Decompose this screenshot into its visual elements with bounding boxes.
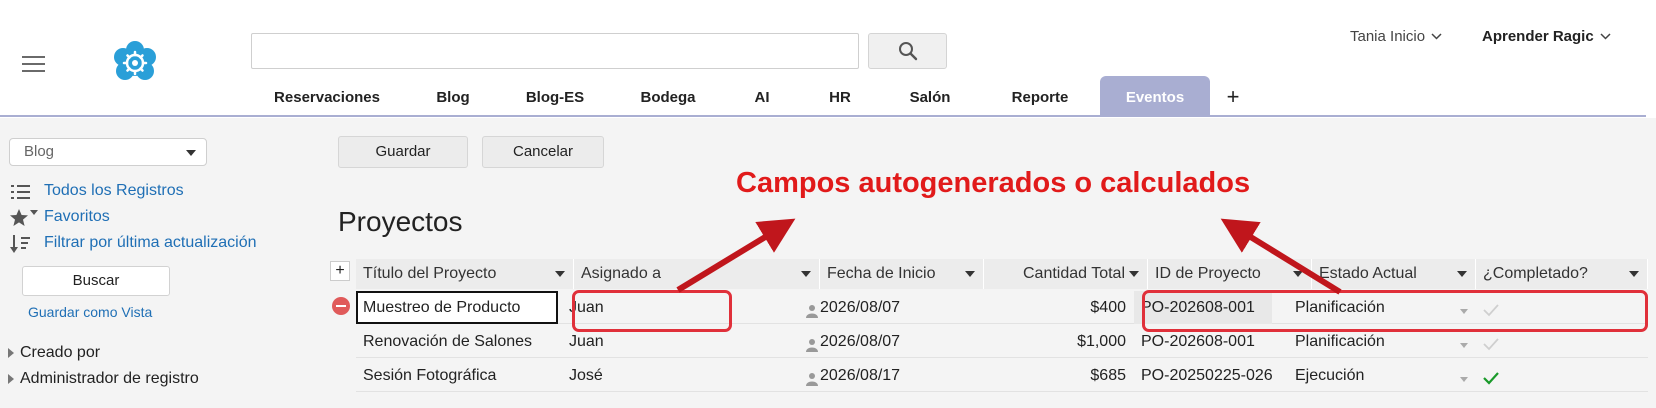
- cell-title[interactable]: Sesión Fotográfica: [356, 359, 558, 392]
- cell-title[interactable]: Renovación de Salones: [356, 325, 558, 358]
- cell-amount: $685: [1090, 367, 1126, 384]
- caret-down-icon: [801, 271, 811, 277]
- list-icon: [11, 185, 30, 199]
- save-button[interactable]: Guardar: [338, 136, 468, 168]
- ragic-logo-icon[interactable]: [112, 40, 158, 86]
- tab-ai[interactable]: AI: [742, 80, 782, 116]
- user-menu-label: Tania Inicio: [1350, 28, 1426, 45]
- annotation-box-autogenerated: [1142, 290, 1648, 332]
- search-icon: [898, 42, 917, 61]
- tab-hr[interactable]: HR: [818, 80, 862, 116]
- add-tab-button[interactable]: +: [1222, 80, 1244, 116]
- column-header-title[interactable]: Título del Proyecto: [356, 259, 574, 289]
- sort-filter-icon: [10, 235, 30, 253]
- caret-down-icon: [1629, 271, 1639, 277]
- all-records-link[interactable]: Todos los Registros: [44, 182, 184, 200]
- chevron-down-icon: [1600, 33, 1611, 40]
- table-header: Título del Proyecto Asignado a Fecha de …: [356, 259, 1648, 289]
- caret-down-icon: [965, 271, 975, 277]
- cell-amount: $400: [1090, 299, 1126, 316]
- person-icon[interactable]: [806, 372, 818, 386]
- column-label: Cantidad Total: [1023, 265, 1125, 282]
- person-icon[interactable]: [806, 338, 818, 352]
- annotation-label: Campos autogenerados o calculados: [736, 167, 1251, 199]
- tree-item-record-admin[interactable]: Administrador de registro: [8, 370, 199, 388]
- page-title: Proyectos: [338, 206, 463, 237]
- check-pending-icon[interactable]: [1483, 337, 1499, 351]
- chevron-down-icon: [1431, 33, 1442, 40]
- save-as-view-link[interactable]: Guardar como Vista: [28, 304, 152, 320]
- tree-item-created-by[interactable]: Creado por: [8, 344, 100, 362]
- tree-item-label: Administrador de registro: [20, 370, 199, 387]
- top-bar: Tania Inicio Aprender Ragic Reservacione…: [0, 0, 1656, 118]
- tab-reporte[interactable]: Reporte: [1000, 80, 1080, 116]
- caret-right-icon: [8, 374, 14, 384]
- cell-status[interactable]: Ejecución: [1288, 359, 1438, 392]
- cell-amount: $1,000: [1077, 333, 1126, 350]
- column-header-project-id[interactable]: ID de Proyecto: [1148, 259, 1312, 289]
- caret-down-icon: [1293, 271, 1303, 277]
- view-select[interactable]: Blog: [9, 138, 207, 166]
- learn-ragic-menu[interactable]: Aprender Ragic: [1482, 28, 1611, 45]
- caret-down-icon: [186, 150, 196, 156]
- view-select-value: Blog: [24, 143, 55, 160]
- tab-blog-es[interactable]: Blog-ES: [516, 80, 594, 116]
- cell-assigned[interactable]: José: [562, 359, 762, 392]
- person-icon[interactable]: [806, 304, 818, 318]
- table-row[interactable]: Sesión Fotográfica José 2026/08/17 $685 …: [356, 359, 1648, 392]
- tab-bodega[interactable]: Bodega: [628, 80, 708, 116]
- search-input[interactable]: [251, 33, 859, 69]
- cell-project-id: PO-20250225-026: [1141, 367, 1273, 384]
- tab-eventos[interactable]: Eventos: [1100, 76, 1210, 116]
- menu-icon[interactable]: [22, 56, 45, 72]
- tab-reservaciones[interactable]: Reservaciones: [266, 80, 388, 116]
- add-column-button[interactable]: +: [330, 261, 350, 281]
- favorites-link[interactable]: Favoritos: [44, 208, 110, 226]
- column-label: ¿Completado?: [1483, 265, 1588, 282]
- learn-menu-label: Aprender Ragic: [1482, 28, 1594, 45]
- column-header-amount[interactable]: Cantidad Total: [984, 259, 1148, 289]
- select-caret-icon[interactable]: [1460, 377, 1468, 382]
- search-button[interactable]: [868, 33, 947, 69]
- caret-right-icon: [8, 348, 14, 358]
- cell-title[interactable]: Muestreo de Producto: [356, 291, 558, 324]
- column-label: ID de Proyecto: [1155, 265, 1261, 282]
- tab-blog[interactable]: Blog: [418, 80, 488, 116]
- annotation-box-assigned: [572, 290, 732, 332]
- filter-last-update-link[interactable]: Filtrar por última actualización: [44, 234, 257, 252]
- column-header-assigned[interactable]: Asignado a: [574, 259, 820, 289]
- column-header-start-date[interactable]: Fecha de Inicio: [820, 259, 984, 289]
- caret-down-icon: [1129, 271, 1139, 277]
- sidebar: Blog Todos los Registros Favoritos Filtr…: [0, 118, 308, 408]
- column-header-status[interactable]: Estado Actual: [1312, 259, 1476, 289]
- search-records-button[interactable]: Buscar: [22, 266, 170, 296]
- select-caret-icon[interactable]: [1460, 343, 1468, 348]
- tree-item-label: Creado por: [20, 344, 101, 361]
- delete-row-icon[interactable]: [332, 297, 350, 315]
- column-label: Asignado a: [581, 265, 662, 282]
- check-done-icon[interactable]: [1483, 371, 1499, 385]
- caret-down-icon: [555, 271, 565, 277]
- tab-salon[interactable]: Salón: [898, 80, 962, 116]
- star-filter-icon: [10, 209, 38, 226]
- column-label: Título del Proyecto: [363, 265, 497, 282]
- column-label: Estado Actual: [1319, 265, 1417, 282]
- tab-underline: [0, 115, 1646, 117]
- column-header-completed[interactable]: ¿Completado?: [1476, 259, 1648, 289]
- caret-down-icon: [1457, 271, 1467, 277]
- column-label: Fecha de Inicio: [827, 265, 936, 282]
- user-menu[interactable]: Tania Inicio: [1350, 28, 1442, 45]
- cancel-button[interactable]: Cancelar: [482, 136, 604, 168]
